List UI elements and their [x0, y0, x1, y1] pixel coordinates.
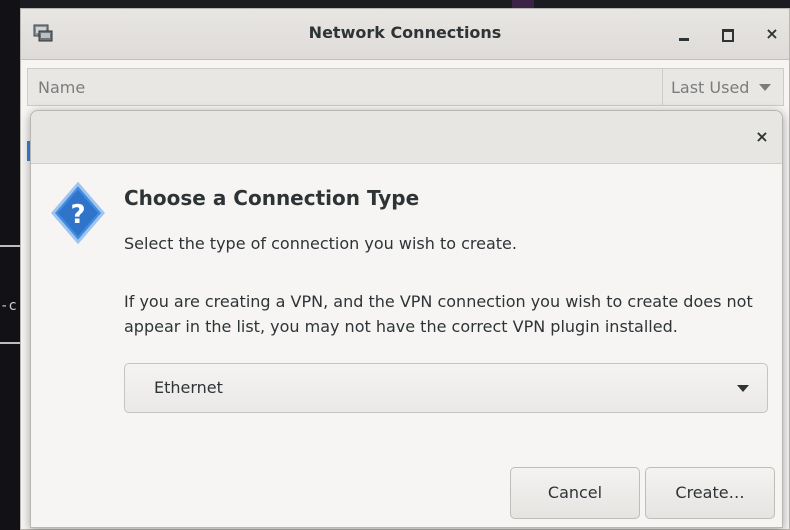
dialog-header: × [31, 111, 782, 164]
cancel-button[interactable]: Cancel [510, 467, 640, 519]
create-button[interactable]: Create… [645, 467, 775, 519]
column-header-name[interactable]: Name [38, 78, 85, 97]
column-separator [662, 69, 663, 105]
connection-type-select[interactable]: Ethernet [124, 363, 768, 413]
titlebar: Network Connections × [21, 9, 789, 60]
minimize-icon [679, 38, 689, 41]
terminal-divider [0, 245, 20, 247]
vpn-plugin-note: If you are creating a VPN, and the VPN c… [124, 292, 753, 336]
dialog-subtitle: Select the type of connection you wish t… [124, 234, 517, 253]
connection-type-value: Ethernet [154, 378, 223, 397]
choose-connection-type-dialog: × ? Choose a Connection Type Select the … [30, 110, 783, 528]
chevron-down-icon[interactable] [759, 84, 771, 91]
connections-list-header: Name Last Used [27, 68, 784, 106]
question-icon: ? [49, 181, 107, 245]
terminal-divider [0, 342, 20, 344]
close-button[interactable]: × [761, 23, 783, 45]
terminal-text: -c [0, 298, 17, 314]
column-header-last-used[interactable]: Last Used [671, 78, 749, 97]
dialog-heading: Choose a Connection Type [124, 186, 420, 210]
chevron-down-icon [737, 385, 749, 392]
svg-text:?: ? [70, 200, 85, 230]
dialog-close-button[interactable]: × [751, 126, 773, 148]
background-terminal [0, 0, 20, 530]
maximize-icon [722, 29, 734, 42]
minimize-button[interactable] [673, 23, 695, 45]
maximize-button[interactable] [716, 23, 738, 45]
